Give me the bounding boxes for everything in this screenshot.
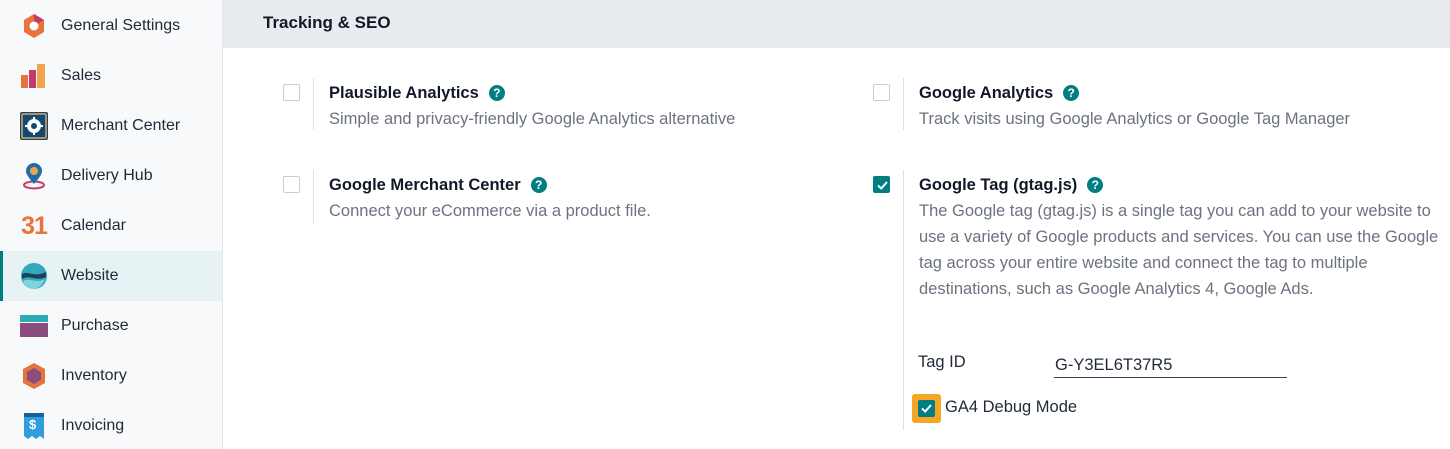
sidebar-item-label: Invoicing bbox=[61, 417, 125, 434]
ga4-debug-mode-checkbox[interactable] bbox=[918, 400, 935, 417]
calendar-icon-text: 31 bbox=[21, 211, 48, 240]
setting-divider bbox=[903, 170, 904, 430]
section-title: Tracking & SEO bbox=[263, 13, 391, 32]
sidebar-item-delivery-hub[interactable]: Delivery Hub bbox=[0, 151, 222, 201]
ga4-debug-mode-label: GA4 Debug Mode bbox=[945, 398, 1078, 416]
sales-icon bbox=[20, 62, 48, 90]
merchant-center-icon bbox=[20, 112, 48, 140]
checkmark-icon bbox=[877, 181, 888, 190]
settings-sidebar: General Settings Sales Merchant Center D… bbox=[0, 0, 223, 449]
tag-id-label: Tag ID bbox=[918, 353, 966, 371]
general-settings-icon bbox=[20, 12, 48, 40]
setting-divider bbox=[313, 170, 314, 224]
sidebar-item-label: Delivery Hub bbox=[61, 167, 153, 184]
sidebar-item-label: Inventory bbox=[61, 367, 127, 384]
section-header: Tracking & SEO bbox=[223, 0, 1450, 48]
google-tag-description: The Google tag (gtag.js) is a single tag… bbox=[919, 202, 1439, 298]
purchase-icon bbox=[20, 312, 48, 340]
setting-divider bbox=[313, 78, 314, 130]
plausible-analytics-title: Plausible Analytics? bbox=[329, 84, 505, 103]
sidebar-item-general-settings[interactable]: General Settings bbox=[0, 1, 222, 51]
help-icon[interactable]: ? bbox=[530, 177, 547, 193]
tag-id-input[interactable] bbox=[1054, 353, 1287, 378]
help-icon[interactable]: ? bbox=[1063, 85, 1080, 101]
invoicing-icon-text: $ bbox=[29, 417, 37, 432]
google-merchant-center-checkbox[interactable] bbox=[283, 176, 300, 193]
checkmark-icon bbox=[921, 404, 932, 413]
google-merchant-center-title-text: Google Merchant Center bbox=[329, 176, 521, 194]
sidebar-item-label: General Settings bbox=[61, 17, 181, 34]
plausible-analytics-title-text: Plausible Analytics bbox=[329, 84, 479, 102]
google-merchant-center-description: Connect your eCommerce via a product fil… bbox=[329, 202, 651, 220]
sidebar-item-invoicing[interactable]: $ Invoicing bbox=[0, 401, 222, 449]
sidebar-item-inventory[interactable]: Inventory bbox=[0, 351, 222, 401]
sidebar-item-merchant-center[interactable]: Merchant Center bbox=[0, 101, 222, 151]
sidebar-item-label: Sales bbox=[61, 67, 102, 84]
calendar-icon: 31 bbox=[20, 212, 48, 240]
plausible-analytics-checkbox[interactable] bbox=[283, 84, 300, 101]
setting-divider bbox=[903, 78, 904, 130]
website-icon bbox=[20, 262, 48, 290]
sidebar-item-calendar[interactable]: 31 Calendar bbox=[0, 201, 222, 251]
sidebar-item-purchase[interactable]: Purchase bbox=[0, 301, 222, 351]
google-merchant-center-title: Google Merchant Center? bbox=[329, 176, 547, 195]
google-tag-title-text: Google Tag (gtag.js) bbox=[919, 176, 1078, 194]
google-tag-checkbox[interactable] bbox=[873, 176, 890, 193]
sidebar-item-label: Purchase bbox=[61, 317, 129, 334]
sidebar-item-label: Merchant Center bbox=[61, 117, 181, 134]
sidebar-item-label: Website bbox=[61, 267, 119, 284]
delivery-hub-icon bbox=[20, 162, 48, 190]
sidebar-item-website[interactable]: Website bbox=[0, 251, 222, 301]
google-analytics-title-text: Google Analytics bbox=[919, 84, 1054, 102]
inventory-icon bbox=[20, 362, 48, 390]
sidebar-item-label: Calendar bbox=[61, 217, 126, 234]
help-icon[interactable]: ? bbox=[488, 85, 505, 101]
help-icon[interactable]: ? bbox=[1087, 177, 1104, 193]
plausible-analytics-description: Simple and privacy-friendly Google Analy… bbox=[329, 110, 736, 128]
sidebar-item-sales[interactable]: Sales bbox=[0, 51, 222, 101]
google-analytics-title: Google Analytics? bbox=[919, 84, 1080, 103]
google-tag-title: Google Tag (gtag.js)? bbox=[919, 176, 1104, 195]
google-analytics-checkbox[interactable] bbox=[873, 84, 890, 101]
invoicing-icon: $ bbox=[20, 412, 48, 440]
google-analytics-description: Track visits using Google Analytics or G… bbox=[919, 110, 1351, 128]
ga4-debug-highlight bbox=[912, 394, 941, 423]
